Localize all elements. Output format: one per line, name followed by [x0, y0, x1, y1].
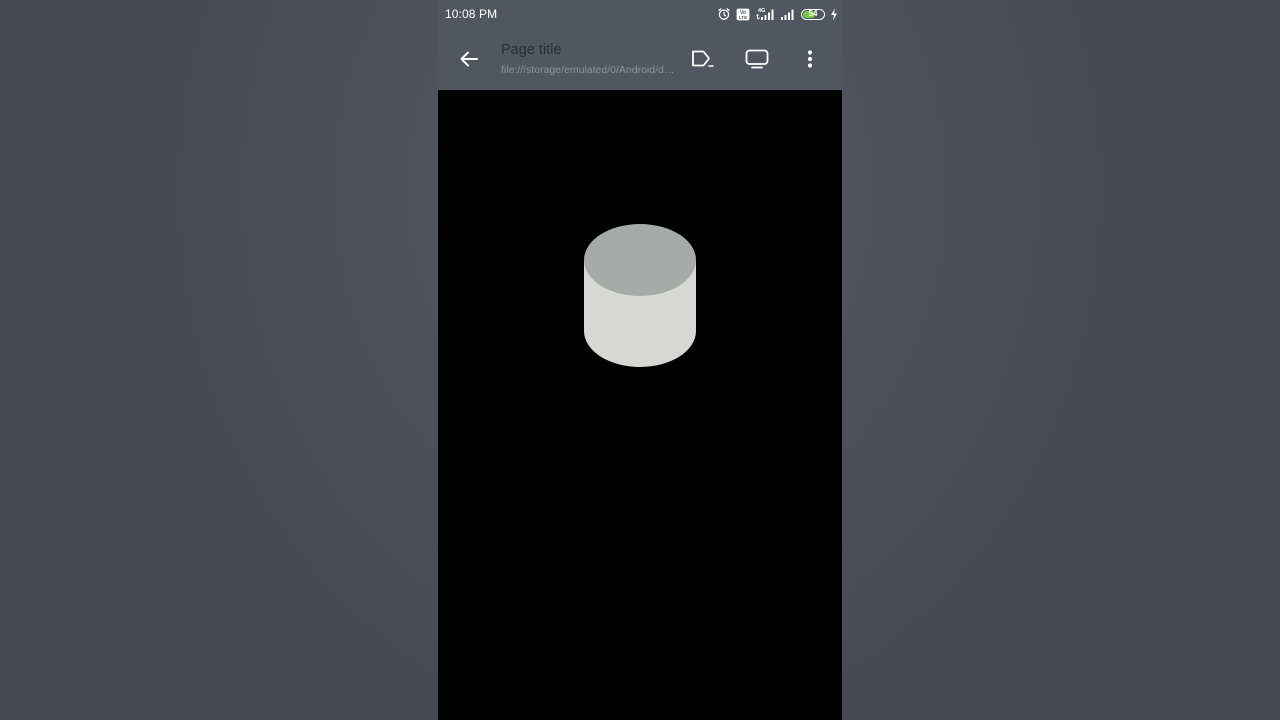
cast-icon — [745, 49, 769, 69]
alarm-icon — [717, 7, 731, 21]
status-time: 10:08 PM — [445, 7, 498, 21]
web-content[interactable] — [438, 90, 842, 720]
cylinder-3d-object — [584, 224, 696, 367]
toolbar: Page title file:///storage/emulated/0/An… — [438, 28, 842, 90]
more-vert-icon — [807, 50, 813, 68]
volte-icon: Vo LTE — [736, 8, 750, 21]
open-external-icon — [692, 50, 714, 67]
charging-icon — [830, 8, 838, 21]
svg-text:4G: 4G — [758, 8, 765, 14]
page-url: file:///storage/emulated/0/Android/data/… — [501, 64, 677, 76]
signal-icon — [780, 7, 796, 21]
cast-button[interactable] — [742, 44, 772, 74]
battery-level-text: 54 — [808, 9, 818, 18]
signal-4g-icon: 4G — [755, 7, 775, 21]
more-options-button[interactable] — [795, 44, 825, 74]
open-external-button[interactable] — [688, 44, 718, 74]
status-bar: 10:08 PM Vo LTE 4G 54 — [438, 0, 842, 28]
back-button[interactable] — [454, 44, 484, 74]
status-icons: Vo LTE 4G 54 — [717, 6, 838, 22]
back-arrow-icon — [460, 51, 478, 67]
page-title: Page title — [501, 42, 562, 58]
svg-text:LTE: LTE — [739, 15, 747, 20]
battery-icon: 54 — [801, 8, 825, 20]
phone-screen: 10:08 PM Vo LTE 4G 54 Page title file://… — [438, 0, 842, 720]
